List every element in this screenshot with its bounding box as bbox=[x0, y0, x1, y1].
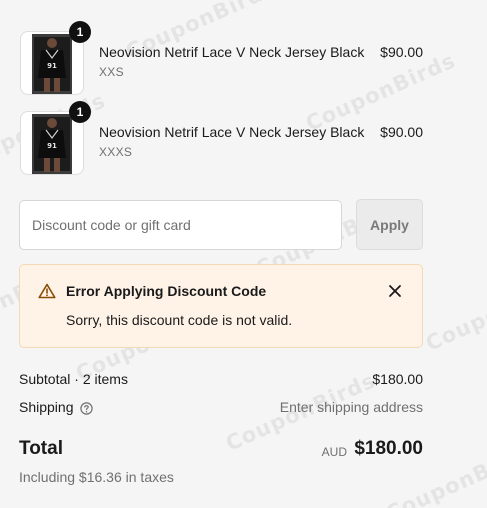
watermark: CouponBirds bbox=[422, 268, 487, 356]
svg-text:91: 91 bbox=[47, 62, 57, 70]
product-thumbnail: 91 1 bbox=[20, 21, 91, 95]
product-thumbnail: 91 1 bbox=[20, 101, 91, 175]
apply-button[interactable]: Apply bbox=[356, 199, 423, 250]
quantity-badge: 1 bbox=[69, 101, 91, 123]
error-message: Sorry, this discount code is not valid. bbox=[66, 312, 293, 328]
item-variant: XXXS bbox=[99, 145, 133, 159]
product-image: 91 bbox=[32, 114, 72, 174]
error-title: Error Applying Discount Code bbox=[66, 283, 267, 299]
line-item: 91 1 Neovision Netrif Lace V Neck Jersey… bbox=[19, 101, 423, 175]
product-image: 91 bbox=[32, 34, 72, 94]
item-price: $90.00 bbox=[380, 44, 423, 60]
subtotal-label: Subtotal · 2 items bbox=[19, 371, 128, 387]
item-price: $90.00 bbox=[380, 124, 423, 140]
shipping-label: Shipping bbox=[19, 399, 74, 415]
item-name: Neovision Netrif Lace V Neck Jersey Blac… bbox=[99, 44, 365, 60]
svg-text:91: 91 bbox=[47, 142, 57, 150]
item-variant: XXS bbox=[99, 65, 124, 79]
total-value: $180.00 bbox=[354, 438, 423, 459]
total-label: Total bbox=[19, 438, 63, 459]
error-banner: Error Applying Discount Code Sorry, this… bbox=[19, 264, 423, 348]
taxes-note: Including $16.36 in taxes bbox=[19, 469, 174, 485]
line-item: 91 1 Neovision Netrif Lace V Neck Jersey… bbox=[19, 21, 423, 95]
quantity-badge: 1 bbox=[69, 21, 91, 43]
subtotal-value: $180.00 bbox=[372, 371, 423, 387]
item-name: Neovision Netrif Lace V Neck Jersey Blac… bbox=[99, 124, 365, 140]
close-icon[interactable] bbox=[388, 284, 402, 298]
warning-icon bbox=[38, 283, 56, 299]
currency-code: AUD bbox=[321, 445, 347, 459]
shipping-value: Enter shipping address bbox=[279, 399, 423, 415]
discount-code-input[interactable] bbox=[19, 200, 342, 250]
question-circle-icon[interactable] bbox=[80, 402, 93, 415]
